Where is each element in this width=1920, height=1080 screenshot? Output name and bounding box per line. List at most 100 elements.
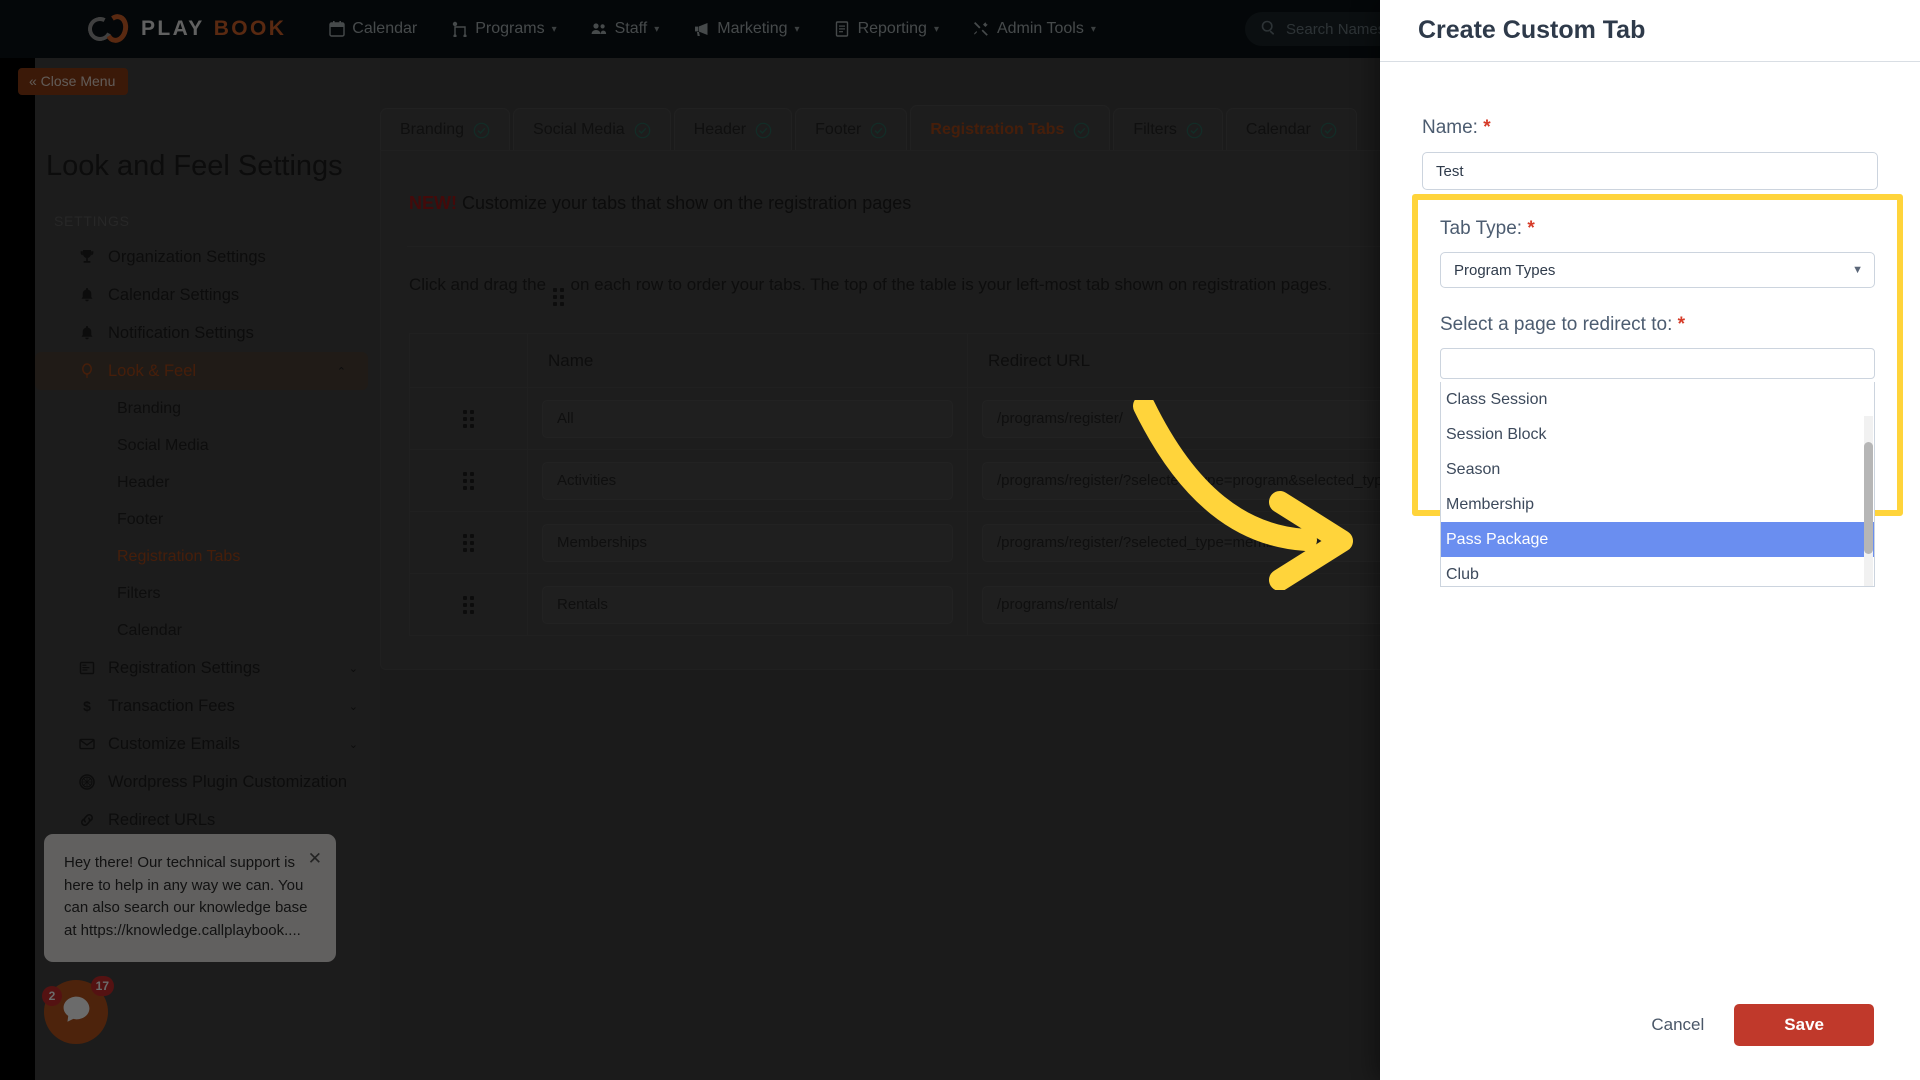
tab-type-select[interactable]: Program Types ▼ — [1440, 252, 1875, 288]
name-cell: All — [528, 388, 968, 450]
redirect-page-input[interactable] — [1440, 348, 1875, 379]
sidebar-subitem-footer[interactable]: Footer — [35, 501, 380, 538]
sidebar-subitem-registration-tabs[interactable]: Registration Tabs — [35, 538, 380, 575]
chevron-up-icon: ⌃ — [337, 365, 346, 378]
drag-handle-cell[interactable] — [410, 450, 528, 512]
check-circle-icon — [1073, 122, 1090, 139]
search-icon — [1261, 20, 1276, 39]
tab-registration-tabs[interactable]: Registration Tabs — [910, 105, 1110, 151]
option-session-block[interactable]: Session Block — [1441, 417, 1874, 452]
tab-name-input[interactable]: Memberships — [542, 524, 953, 562]
redirect-page-combobox: Class Session Session Block Season Membe… — [1440, 348, 1875, 379]
required-asterisk: * — [1678, 314, 1685, 335]
modal-footer: Cancel Save — [1380, 970, 1920, 1080]
sidebar-item-calendar-settings[interactable]: Calendar Settings — [35, 276, 380, 314]
nav-label: Admin Tools — [997, 20, 1084, 38]
table-header-name: Name — [528, 334, 968, 388]
nav-item-admin-tools[interactable]: Admin Tools ▾ — [973, 20, 1096, 38]
tab-label: Filters — [1133, 121, 1177, 139]
drag-handle-icon — [463, 596, 474, 614]
options-scrollbar-thumb[interactable] — [1864, 442, 1873, 554]
sidebar-subitem-header[interactable]: Header — [35, 464, 380, 501]
tab-social-media[interactable]: Social Media — [513, 108, 671, 151]
nav-item-reporting[interactable]: Reporting ▾ — [834, 20, 939, 38]
option-club[interactable]: Club — [1441, 557, 1874, 587]
tab-footer[interactable]: Footer — [795, 108, 907, 151]
logo-text-book: BOOK — [214, 17, 287, 41]
option-pass-package[interactable]: Pass Package — [1441, 522, 1874, 557]
tab-label: Footer — [815, 121, 861, 139]
table-row: Rentals /programs/rentals/ — [410, 574, 1509, 636]
check-circle-icon — [634, 122, 651, 139]
tab-label: Branding — [400, 121, 464, 139]
chevron-down-icon: ⌄ — [349, 738, 358, 751]
nav-item-staff[interactable]: Staff ▾ — [591, 20, 660, 38]
sidebar-item-label: Redirect URLs — [108, 811, 215, 830]
svg-text:$: $ — [83, 698, 91, 714]
option-class-session[interactable]: Class Session — [1441, 382, 1874, 417]
sidebar-item-notification-settings[interactable]: Notification Settings — [35, 314, 380, 352]
notification-badge: 17 — [91, 976, 114, 996]
nav-label: Calendar — [352, 20, 417, 38]
bell-icon — [78, 287, 96, 303]
modal-header: Create Custom Tab — [1380, 0, 1920, 62]
close-icon[interactable]: ✕ — [308, 846, 322, 872]
sidebar-item-organization-settings[interactable]: Organization Settings — [35, 238, 380, 276]
tab-calendar[interactable]: Calendar — [1226, 108, 1357, 151]
sidebar-subitem-label: Footer — [117, 511, 163, 529]
sidebar-subitem-label: Calendar — [117, 622, 182, 640]
save-button[interactable]: Save — [1734, 1004, 1874, 1046]
playbook-logo[interactable]: PLAY BOOK — [88, 14, 286, 44]
tab-type-label: Tab Type: * — [1440, 218, 1875, 240]
sidebar-item-customize-emails[interactable]: Customize Emails ⌄ — [35, 725, 380, 763]
sidebar-subitem-branding[interactable]: Branding — [35, 390, 380, 427]
settings-tab-strip: Branding Social Media Header Footer Regi… — [380, 105, 1357, 151]
sidebar-subitem-social-media[interactable]: Social Media — [35, 427, 380, 464]
name-cell: Activities — [528, 450, 968, 512]
intercom-message-card: ✕ Hey there! Our technical support is he… — [44, 834, 336, 962]
tab-name-input[interactable]: All — [542, 400, 953, 438]
sidebar-item-label: Notification Settings — [108, 324, 254, 343]
name-field[interactable]: Test — [1422, 152, 1878, 190]
tab-name-input[interactable]: Rentals — [542, 586, 953, 624]
redirect-page-options-list: Class Session Session Block Season Membe… — [1440, 382, 1875, 587]
nav-item-marketing[interactable]: Marketing ▾ — [693, 20, 799, 38]
check-circle-icon — [870, 122, 887, 139]
option-season[interactable]: Season — [1441, 452, 1874, 487]
logo-text-play: PLAY — [141, 17, 205, 41]
sidebar-item-transaction-fees[interactable]: $ Transaction Fees ⌄ — [35, 687, 380, 725]
tab-type-label-text: Tab Type: — [1440, 218, 1522, 239]
drag-handle-cell[interactable] — [410, 388, 528, 450]
sidebar-nav-list: Organization Settings Calendar Settings … — [35, 238, 380, 839]
tab-name-input[interactable]: Activities — [542, 462, 953, 500]
tab-branding[interactable]: Branding — [380, 108, 510, 151]
nav-item-programs[interactable]: Programs ▾ — [451, 20, 556, 38]
drag-handle-cell[interactable] — [410, 574, 528, 636]
users-icon — [591, 21, 608, 38]
sidebar-item-look-and-feel[interactable]: Look & Feel ⌃ — [35, 352, 368, 390]
option-membership[interactable]: Membership — [1441, 487, 1874, 522]
nav-item-calendar[interactable]: Calendar — [328, 20, 417, 38]
sidebar-item-label: Organization Settings — [108, 248, 266, 267]
drag-handle-cell[interactable] — [410, 512, 528, 574]
redirect-page-label: Select a page to redirect to: * — [1440, 314, 1875, 336]
nav-label: Marketing — [717, 20, 787, 38]
tab-filters[interactable]: Filters — [1113, 108, 1223, 151]
sidebar-item-registration-settings[interactable]: Registration Settings ⌄ — [35, 649, 380, 687]
chevron-down-icon: ▾ — [654, 24, 659, 35]
tab-header[interactable]: Header — [674, 108, 792, 151]
tab-label: Registration Tabs — [930, 121, 1064, 139]
chevron-down-icon: ▾ — [795, 24, 800, 35]
sidebar-subitem-filters[interactable]: Filters — [35, 575, 380, 612]
sidebar-subitem-label: Filters — [117, 585, 161, 603]
table-row: All /programs/register/ — [410, 388, 1509, 450]
cancel-button[interactable]: Cancel — [1651, 1015, 1704, 1035]
chevron-down-icon: ⌄ — [349, 662, 358, 675]
sidebar-item-wordpress-plugin-customization[interactable]: Wordpress Plugin Customization — [35, 763, 380, 801]
document-icon — [834, 21, 851, 38]
name-cell: Memberships — [528, 512, 968, 574]
chevron-down-icon: ▾ — [934, 24, 939, 35]
intercom-launcher-button[interactable]: 17 2 — [44, 980, 108, 1044]
close-menu-button[interactable]: « Close Menu — [18, 68, 128, 95]
sidebar-subitem-calendar[interactable]: Calendar — [35, 612, 380, 649]
